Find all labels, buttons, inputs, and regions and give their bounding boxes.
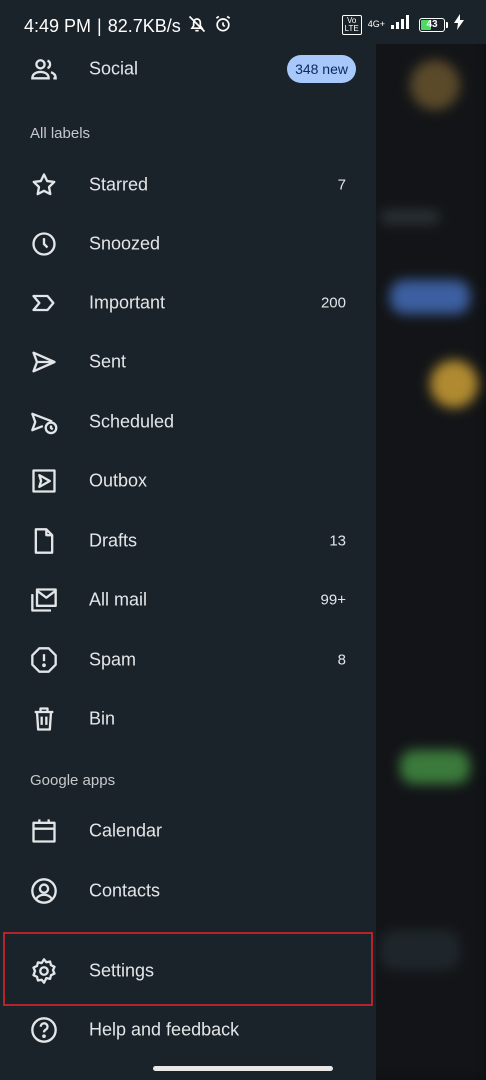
nav-label-calendar: Calendar: [89, 820, 163, 841]
nav-label-drafts: Drafts: [89, 530, 138, 551]
status-separator: |: [97, 16, 102, 36]
nav-item-sent[interactable]: Sent: [0, 334, 376, 390]
nav-item-settings[interactable]: Settings: [0, 943, 376, 999]
calendar-icon: [30, 817, 58, 845]
nav-label-settings: Settings: [89, 960, 155, 981]
nav-count-spam: 8: [337, 651, 346, 669]
nav-item-calendar[interactable]: Calendar: [0, 803, 376, 859]
nav-label-important: Important: [89, 292, 166, 313]
nav-label-spam: Spam: [89, 649, 137, 670]
google-apps-header: Google apps: [30, 772, 116, 789]
nav-label-starred: Starred: [89, 174, 149, 195]
screen: 4:49 PM | 82.7KB/s Vo LTE 4G+ 43 Social …: [0, 0, 486, 1080]
nav-label-help: Help and feedback: [89, 1019, 240, 1040]
status-right: Vo LTE 4G+ 43: [341, 14, 464, 35]
scheduled-send-icon: [30, 408, 58, 436]
nav-item-all-mail[interactable]: All mail 99+: [0, 572, 376, 628]
help-icon: [30, 1016, 58, 1044]
contacts-icon: [30, 877, 58, 905]
nav-item-social[interactable]: Social 348 new: [0, 41, 376, 97]
all-labels-header: All labels: [30, 125, 91, 142]
trash-icon: [30, 705, 58, 733]
navigation-drawer: Social 348 new All labels Starred 7 Snoo…: [0, 44, 376, 1080]
volte-icon: Vo LTE: [341, 14, 362, 35]
clock-icon: [30, 230, 58, 258]
nav-item-contacts[interactable]: Contacts: [0, 863, 376, 919]
nav-item-snoozed[interactable]: Snoozed: [0, 216, 376, 272]
nav-count-starred: 7: [337, 176, 346, 194]
network-type: 4G+: [367, 19, 385, 29]
people-icon: [30, 55, 58, 83]
nav-label-snoozed: Snoozed: [89, 233, 161, 254]
nav-label-all-mail: All mail: [89, 589, 148, 610]
nav-label-sent: Sent: [89, 351, 127, 372]
nav-count-all-mail: 99+: [320, 591, 346, 609]
nav-item-important[interactable]: Important 200: [0, 275, 376, 331]
outbox-icon: [30, 467, 58, 495]
spam-icon: [30, 646, 58, 674]
nav-item-outbox[interactable]: Outbox: [0, 453, 376, 509]
nav-label-bin: Bin: [89, 708, 116, 729]
nav-item-starred[interactable]: Starred 7: [0, 157, 376, 213]
status-bar: 4:49 PM | 82.7KB/s Vo LTE 4G+ 43: [0, 0, 486, 44]
star-icon: [30, 171, 58, 199]
status-net-speed: 82.7KB/s: [107, 16, 181, 36]
nav-label-outbox: Outbox: [89, 470, 148, 491]
nav-item-drafts[interactable]: Drafts 13: [0, 513, 376, 569]
gear-icon: [30, 957, 58, 985]
nav-item-bin[interactable]: Bin: [0, 691, 376, 747]
nav-label-contacts: Contacts: [89, 880, 161, 901]
send-icon: [30, 348, 58, 376]
nav-count-drafts: 13: [329, 532, 346, 550]
alarm-icon: [213, 14, 233, 39]
status-time: 4:49 PM: [24, 16, 92, 36]
status-left: 4:49 PM | 82.7KB/s: [24, 14, 233, 39]
social-new-badge: 348 new: [287, 55, 356, 83]
mute-icon: [187, 14, 207, 39]
nav-label-scheduled: Scheduled: [89, 411, 175, 432]
nav-item-help[interactable]: Help and feedback: [0, 1002, 376, 1058]
battery-icon: 43: [419, 17, 448, 32]
nav-item-spam[interactable]: Spam 8: [0, 632, 376, 688]
all-mail-icon: [30, 586, 58, 614]
draft-icon: [30, 527, 58, 555]
battery-level: 43: [426, 18, 438, 30]
nav-label-social: Social: [89, 58, 139, 79]
important-icon: [30, 289, 58, 317]
nav-item-scheduled[interactable]: Scheduled: [0, 394, 376, 450]
signal-icon: [391, 15, 413, 34]
nav-count-important: 200: [320, 294, 346, 312]
charging-icon: [454, 14, 464, 35]
home-indicator[interactable]: [153, 1066, 333, 1071]
